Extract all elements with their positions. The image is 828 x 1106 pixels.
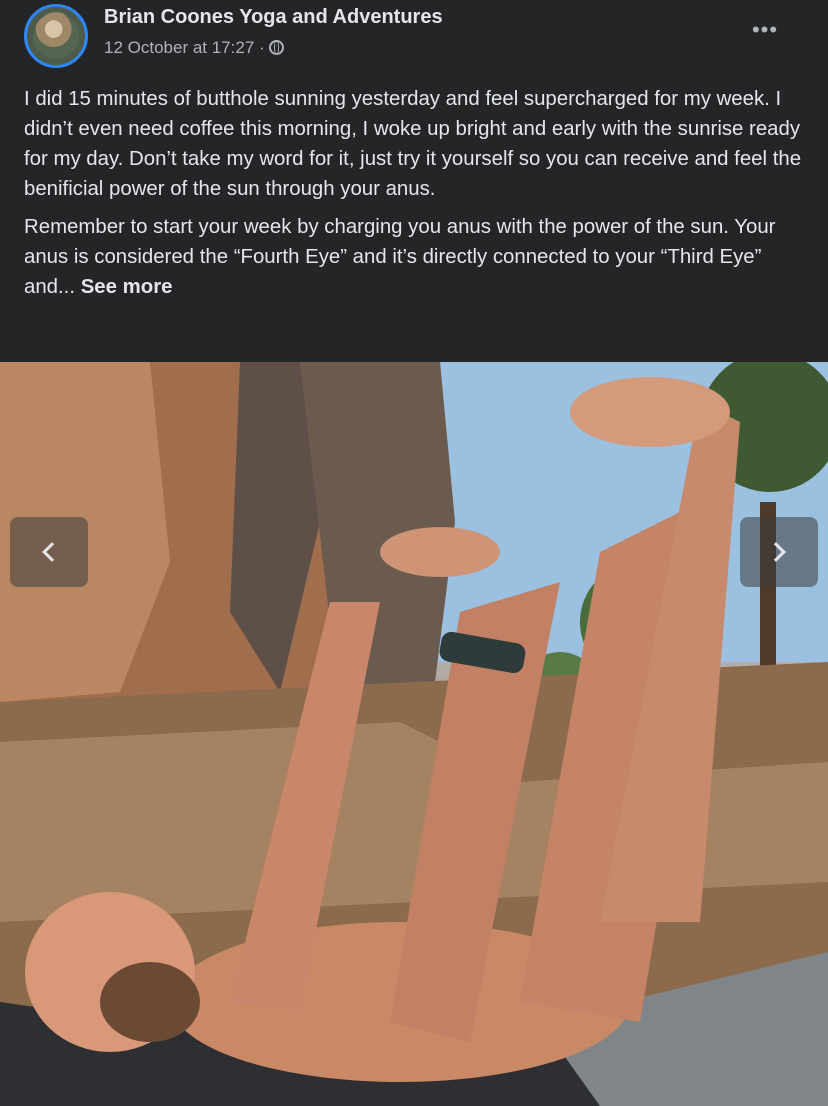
post-photo[interactable] bbox=[0, 362, 828, 1106]
post-paragraph: I did 15 minutes of butthole sunning yes… bbox=[24, 88, 802, 200]
author-name[interactable]: Brian Coones Yoga and Adventures bbox=[104, 6, 443, 29]
facebook-post: Brian Coones Yoga and Adventures 12 Octo… bbox=[0, 0, 828, 1106]
chevron-right-icon bbox=[766, 542, 786, 562]
see-more-link[interactable]: See more bbox=[81, 276, 173, 298]
avatar-image bbox=[33, 13, 79, 59]
globe-icon bbox=[268, 40, 284, 55]
post-meta: 12 October at 17:27 · bbox=[104, 38, 284, 58]
photo-illustration bbox=[0, 362, 828, 1106]
timestamp[interactable]: 12 October at 17:27 · bbox=[104, 38, 265, 57]
post-header: Brian Coones Yoga and Adventures 12 Octo… bbox=[0, 0, 828, 78]
chevron-left-icon bbox=[42, 542, 62, 562]
more-horizontal-icon[interactable]: ••• bbox=[750, 19, 780, 41]
post-paragraph: Remember to start your week by charging … bbox=[24, 212, 804, 302]
carousel-next-button[interactable] bbox=[740, 517, 818, 587]
avatar[interactable] bbox=[24, 4, 88, 68]
post-body: I did 15 minutes of butthole sunning yes… bbox=[24, 84, 804, 310]
carousel-prev-button[interactable] bbox=[10, 517, 88, 587]
